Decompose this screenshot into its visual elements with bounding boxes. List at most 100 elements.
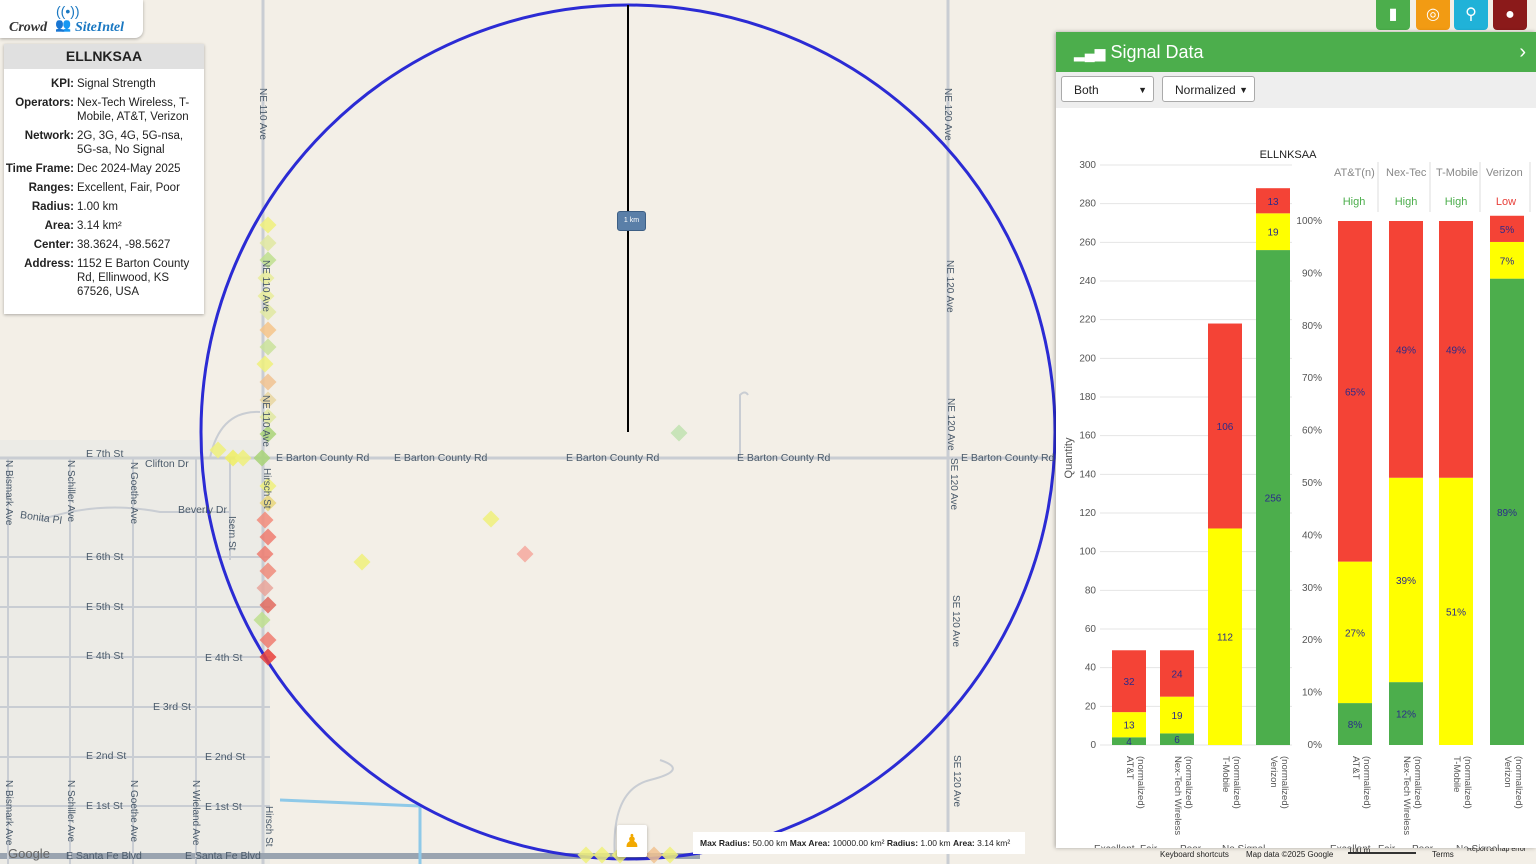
street-label: E 3rd St (153, 701, 191, 713)
street-label-vertical: NE 120 Ave (945, 398, 956, 451)
info-row: Center: 38.3624, -98.5627 (4, 238, 204, 252)
street-label: E Santa Fe Blvd (185, 850, 261, 862)
street-label-vertical: Isern St (226, 516, 237, 551)
legend-label: Poor (1180, 844, 1202, 848)
info-value: Nex-Tech Wireless, T-Mobile, AT&T, Veriz… (77, 97, 190, 123)
info-row: Time Frame: Dec 2024-May 2025 (4, 162, 204, 176)
view-select[interactable]: Both ▼ (1061, 76, 1154, 102)
y-tick-label: 80 (1085, 585, 1097, 596)
street-label: E Barton County Rd (961, 452, 1055, 464)
bar-value-label: 19 (1267, 228, 1279, 239)
chevron-down-icon: ▼ (1239, 85, 1248, 95)
street-label-vertical: N Goethe Ave (128, 462, 139, 525)
bar-value-label: 112 (1217, 633, 1233, 644)
rating-header: Nex-Tec (1386, 167, 1427, 179)
y-tick-label: 300 (1079, 160, 1096, 171)
street-label: E Barton County Rd (394, 452, 488, 464)
chart-icon[interactable]: ▮ (1376, 0, 1410, 30)
map-data-label: Map data ©2025 Google (1246, 850, 1334, 859)
logo-text-crowd: Crowd (9, 20, 48, 35)
app-logo[interactable]: ((•)) Crowd 👥 SiteIntel (0, 0, 143, 38)
info-value: 2G, 3G, 4G, 5G-nsa, 5G-sa, No Signal (77, 130, 184, 156)
street-label-vertical: NE 120 Ave (942, 88, 953, 141)
street-label-vertical: N Schiller Ave (65, 460, 76, 523)
info-key: Radius: (31, 201, 74, 213)
percent-label: 49% (1396, 345, 1416, 356)
y-tick-label: 30% (1302, 583, 1322, 594)
y-tick-label: 260 (1079, 237, 1096, 248)
info-value: Dec 2024-May 2025 (77, 163, 181, 175)
street-label-vertical: Hirsch St (263, 806, 274, 847)
y-tick-label: 100% (1296, 216, 1322, 227)
percent-label: 51% (1446, 607, 1466, 618)
info-value: Excellent, Fair, Poor (77, 182, 180, 194)
signal-charts: ELLNKSAA Quantity 0 20 40 60 80 100 120 140 160 180… (1063, 149, 1536, 848)
rating-value: High (1395, 196, 1418, 208)
legend-label: Fair (1140, 844, 1158, 848)
info-key: Area: (44, 220, 74, 232)
info-row: Area: 3.14 km² (4, 219, 204, 233)
percent-label: 39% (1396, 576, 1416, 587)
panel-header: ▂▄▆ Signal Data › (1056, 32, 1536, 72)
street-label-vertical: NE 110 Ave (260, 260, 271, 312)
bar-value-label: 106 (1217, 422, 1234, 433)
percent-label: 27% (1345, 628, 1365, 639)
rating-value: High (1445, 196, 1468, 208)
info-row: Network: 2G, 3G, 4G, 5G-nsa, 5G-sa, No Si… (4, 129, 204, 157)
x-tick-label: (normalized) (1462, 756, 1473, 809)
info-key: Operators: (15, 97, 74, 109)
bar-value-label: 32 (1123, 677, 1135, 688)
y-tick-label: 80% (1302, 321, 1322, 332)
info-row: KPI: Signal Strength (4, 77, 204, 91)
x-tick-label: AT&T (1124, 756, 1135, 780)
bar-value-label: 13 (1123, 721, 1135, 732)
site-info-card: ELLNKSAA KPI: Signal Strength Operators: Ne… (4, 44, 204, 314)
y-tick-label: 70% (1302, 373, 1322, 384)
terms-link[interactable]: Terms (1432, 850, 1454, 859)
y-tick-label: 240 (1079, 276, 1096, 287)
y-tick-label: 100 (1079, 547, 1096, 558)
street-label: E 4th St (205, 652, 243, 664)
keyboard-shortcuts-link[interactable]: Keyboard shortcuts (1160, 850, 1229, 859)
legend-label: No Signal (1456, 844, 1499, 848)
y-tick-label: 120 (1079, 508, 1096, 519)
street-label-vertical: NE 120 Ave (944, 260, 955, 313)
y-tick-label: 60 (1085, 624, 1097, 635)
street-label: E 2nd St (86, 750, 127, 762)
collapse-panel-button[interactable]: › (1519, 32, 1526, 72)
x-tick-label: AT&T (1350, 756, 1361, 780)
x-tick-label: Verizon (1502, 756, 1513, 788)
percent-label: 49% (1446, 345, 1466, 356)
normalization-select[interactable]: Normalized ▼ (1162, 76, 1255, 102)
legend-label: Poor (1412, 844, 1434, 848)
rating-header: AT&T(n) (1334, 167, 1375, 179)
pin-icon[interactable]: ⚲ (1454, 0, 1488, 30)
google-logo: Google (8, 846, 50, 861)
street-label-vertical: N Wieland Ave (190, 780, 201, 846)
street-label-vertical: N Schiller Ave (65, 780, 76, 843)
target-icon[interactable]: ◎ (1416, 0, 1450, 30)
street-label: E 7th St (86, 448, 124, 460)
bar-value-label: 4 (1126, 737, 1132, 748)
panel-title: Signal Data (1110, 42, 1204, 62)
y-tick-label: 40 (1085, 663, 1097, 674)
y-tick-label: 280 (1079, 199, 1096, 210)
signal-data-panel: ▂▄▆ Signal Data › Both ▼ Normalized ▼ ELLN… (1056, 32, 1536, 848)
bar-chart-icon: ▂▄▆ (1074, 45, 1106, 61)
pegman-icon[interactable]: ♟ (617, 825, 647, 857)
street-label: E 1st St (205, 801, 242, 813)
x-tick-label: (normalized) (1412, 756, 1423, 809)
x-tick-label: (normalized) (1513, 756, 1524, 809)
y-tick-label: 40% (1302, 530, 1322, 541)
legend-label: Excellent (1094, 844, 1135, 848)
globe-icon[interactable]: ● (1493, 0, 1527, 30)
x-tick-label: (normalized) (1135, 756, 1146, 809)
y-tick-label: 20% (1302, 635, 1322, 646)
street-label: E 4th St (86, 650, 124, 662)
info-key: Time Frame: (5, 163, 74, 175)
street-label-vertical: N Bismark Ave (3, 780, 14, 846)
logo-text-site: SiteIntel (75, 20, 125, 35)
bar-value-label: 256 (1265, 494, 1282, 505)
x-tick-label: Nex-Tech Wireless (1172, 756, 1183, 835)
rating-value: High (1343, 196, 1366, 208)
